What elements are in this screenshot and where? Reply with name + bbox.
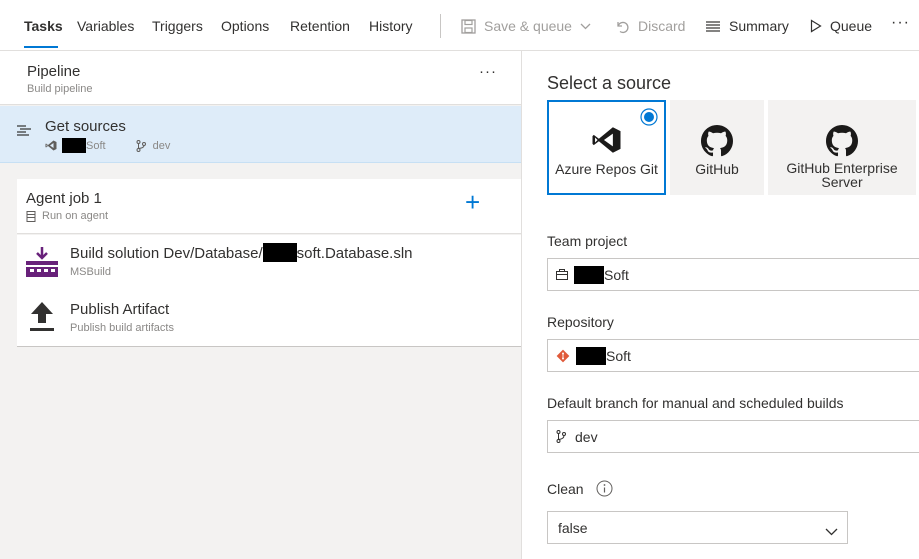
briefcase-icon (556, 269, 568, 280)
summary-button[interactable]: Summary (705, 18, 789, 34)
agent-job-row[interactable]: Agent job 1 Run on agent + (17, 179, 521, 234)
task-row-publish-artifact[interactable]: Publish Artifact Publish build artifacts (17, 291, 521, 347)
source-label-azure-repos-git: Azure Repos Git (555, 161, 658, 177)
redacted-block (262, 243, 297, 263)
pipeline-title: Pipeline (27, 63, 81, 80)
redacted-block (62, 138, 86, 153)
branch-small-icon (136, 139, 146, 152)
get-sources-repo: Soft (86, 139, 106, 152)
save-queue-button[interactable]: Save & queue (461, 18, 591, 34)
default-branch-field[interactable]: dev (547, 420, 919, 453)
undo-icon (615, 19, 630, 34)
git-icon (556, 349, 570, 363)
top-toolbar: Tasks Variables Triggers Options Retenti… (0, 0, 919, 51)
list-icon (705, 20, 721, 33)
tab-variables[interactable]: Variables (77, 18, 134, 34)
queue-button[interactable]: Queue (810, 18, 872, 34)
toolbar-divider (440, 14, 441, 38)
default-branch-value: dev (575, 428, 598, 445)
get-sources-title: Get sources (45, 118, 126, 135)
clean-label: Clean (547, 481, 584, 497)
branch-icon (556, 430, 566, 443)
tab-options[interactable]: Options (221, 18, 269, 34)
get-sources-branch: dev (152, 139, 171, 152)
source-github[interactable]: GitHub (670, 100, 764, 195)
msbuild-icon (25, 247, 59, 284)
tab-tasks[interactable]: Tasks (24, 18, 63, 34)
repository-value: Soft (606, 347, 631, 364)
pipeline-header[interactable]: Pipeline Build pipeline ··· (0, 51, 521, 105)
clean-value: false (558, 519, 588, 536)
task-row-build-solution[interactable]: Build solution Dev/Database/soft.Databas… (17, 235, 521, 291)
source-label-line2: Server (821, 174, 863, 190)
tab-triggers[interactable]: Triggers (152, 18, 203, 34)
task-subtitle-build-solution: MSBuild (70, 266, 111, 278)
task-title-build-solution: Build solution Dev/Database/soft.Databas… (70, 243, 413, 263)
default-branch-label: Default branch for manual and scheduled … (547, 395, 844, 411)
tab-history[interactable]: History (369, 18, 413, 34)
source-azure-repos-git[interactable]: Azure Repos Git (547, 100, 666, 195)
team-project-label: Team project (547, 233, 628, 249)
redacted-block (576, 346, 606, 365)
agent-job-title: Agent job 1 (26, 190, 102, 207)
agent-job-subtitle-row: Run on agent (26, 210, 108, 222)
task-title-publish-artifact: Publish Artifact (70, 301, 170, 318)
task-title-prefix: Build solution Dev/Database/ (70, 245, 263, 262)
upload-icon (29, 301, 55, 338)
save-queue-label: Save & queue (484, 18, 572, 34)
sources-list-icon (16, 124, 32, 143)
task-list: Build solution Dev/Database/soft.Databas… (17, 235, 521, 347)
visual-studio-icon (591, 126, 622, 157)
visual-studio-small-icon (45, 140, 57, 151)
clean-dropdown[interactable]: false (547, 511, 848, 544)
get-sources-details: Soft dev (45, 138, 170, 153)
source-github-enterprise-server[interactable]: GitHub Enterprise Server (768, 100, 916, 195)
pipeline-subtitle: Build pipeline (27, 83, 93, 95)
more-actions-button[interactable]: ··· (891, 14, 910, 32)
github-icon (701, 125, 733, 160)
github-enterprise-icon (826, 125, 858, 160)
discard-button[interactable]: Discard (615, 18, 685, 34)
play-icon (810, 19, 822, 33)
source-label-line1: GitHub Enterprise (786, 160, 898, 176)
repository-field[interactable]: Soft (547, 339, 919, 372)
add-task-button[interactable]: + (465, 187, 480, 217)
source-label-github-enterprise: GitHub Enterprise Server (768, 161, 916, 189)
info-icon[interactable] (596, 480, 613, 502)
team-project-value: Soft (604, 266, 629, 283)
server-icon (26, 210, 36, 222)
active-tab-indicator (24, 46, 58, 48)
chevron-down-icon (580, 23, 591, 30)
select-source-heading: Select a source (547, 73, 672, 93)
agent-job-subtitle: Run on agent (42, 210, 109, 222)
tab-retention[interactable]: Retention (290, 18, 350, 34)
discard-label: Discard (638, 18, 686, 34)
team-project-field[interactable]: Soft (547, 258, 919, 291)
get-sources-row[interactable]: Get sources Soft dev (0, 106, 521, 163)
repository-label: Repository (547, 314, 614, 330)
radio-selected-icon (640, 108, 658, 129)
task-subtitle-publish-artifact: Publish build artifacts (70, 322, 174, 334)
summary-label: Summary (729, 18, 789, 34)
chevron-down-icon (825, 523, 838, 539)
queue-label: Queue (830, 18, 873, 34)
save-icon (461, 18, 476, 34)
pipeline-more-button[interactable]: ··· (479, 63, 497, 80)
source-label-github: GitHub (695, 161, 739, 177)
task-title-suffix: soft.Database.sln (296, 245, 413, 262)
redacted-block (574, 265, 604, 284)
